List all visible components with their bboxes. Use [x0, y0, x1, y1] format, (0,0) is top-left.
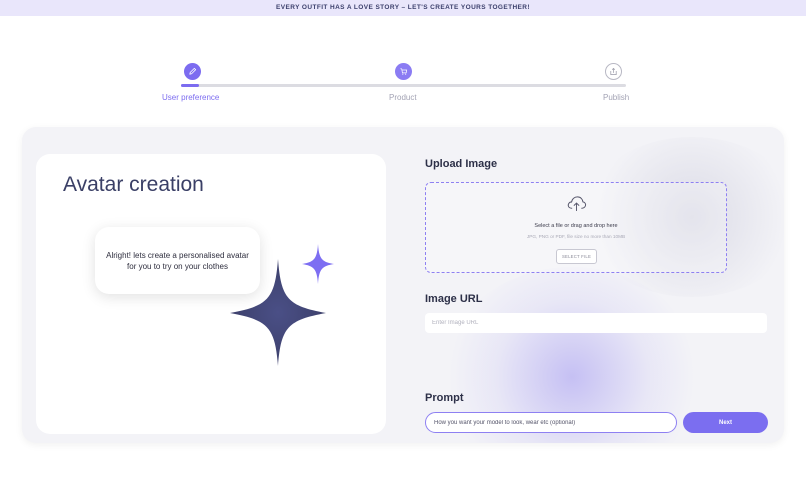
page-title: Avatar creation — [63, 173, 204, 196]
stepper-progress — [181, 84, 199, 87]
step-label-publish: Publish — [603, 93, 630, 102]
upload-instruction: Select a file or drag and drop here — [534, 223, 618, 229]
progress-stepper: User preference Product Publish — [0, 60, 806, 110]
stepper-track — [181, 84, 626, 87]
file-drop-zone[interactable]: Select a file or drag and drop here JPG,… — [425, 182, 727, 273]
step-user-preference[interactable] — [184, 63, 201, 80]
avatar-creation-card: Avatar creation Alright! lets create a p… — [22, 127, 784, 443]
image-url-heading: Image URL — [425, 293, 483, 305]
pencil-icon — [189, 67, 197, 75]
upload-image-heading: Upload Image — [425, 158, 498, 170]
next-button[interactable]: Next — [683, 412, 768, 433]
image-url-input[interactable] — [425, 313, 767, 333]
publish-icon — [610, 67, 617, 76]
select-file-button[interactable]: SELECT FILE — [556, 249, 597, 264]
prompt-input[interactable] — [425, 412, 677, 433]
step-product[interactable] — [395, 63, 412, 80]
upload-hint: JPG, PNG or PDF, file size no more than … — [526, 234, 626, 239]
cloud-upload-icon — [567, 196, 587, 212]
cart-icon — [400, 68, 408, 75]
prompt-heading: Prompt — [425, 392, 464, 404]
sparkle-icon — [230, 244, 334, 366]
avatar-panel: Avatar creation Alright! lets create a p… — [36, 154, 386, 434]
step-publish[interactable] — [605, 63, 622, 80]
promo-banner: EVERY OUTFIT HAS A LOVE STORY – LET'S CR… — [0, 0, 806, 16]
step-label-product: Product — [389, 93, 417, 102]
step-label-user-preference: User preference — [162, 93, 220, 102]
